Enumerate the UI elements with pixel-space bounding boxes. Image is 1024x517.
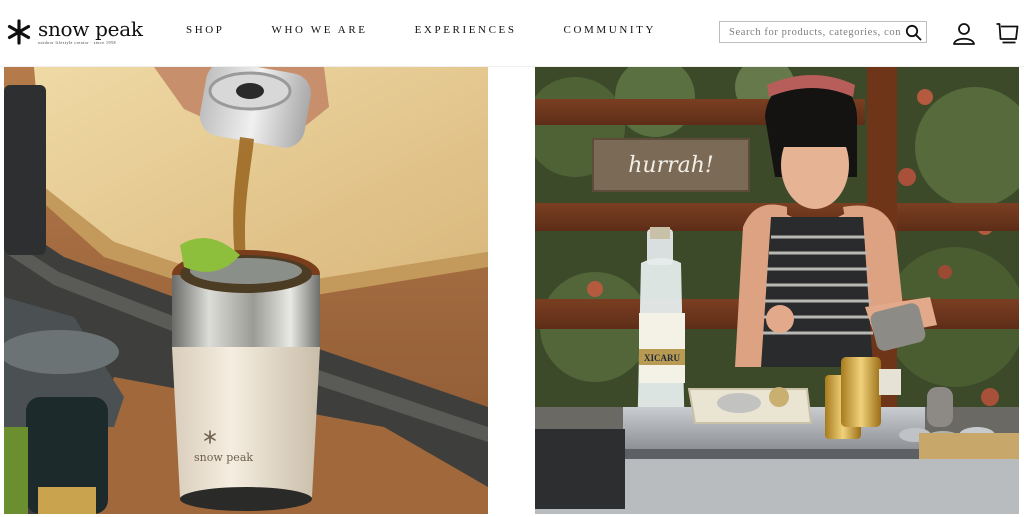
cart-icon[interactable] [995,21,1019,45]
search-box [719,21,927,43]
search-icon[interactable] [905,24,922,41]
lifestyle-photo-pouring-drink: snow peak [4,67,488,514]
site-header: snow peak outdoor lifestyle creator · si… [0,0,1024,67]
bartender-illustration: hurrah! XICARU [535,67,1019,514]
hurrah-sign-text: hurrah! [628,153,714,178]
nav-item-experiences[interactable]: EXPERIENCES [415,24,517,36]
nav-item-shop[interactable]: SHOP [186,24,225,36]
tumbler-brand-text: snow peak [194,451,253,464]
pouring-drink-illustration: snow peak [4,67,488,514]
user-icon[interactable] [952,21,976,45]
brand-name: snow peak [38,17,143,41]
nav-item-who-we-are[interactable]: WHO WE ARE [272,24,368,36]
brand-wordmark: snow peak outdoor lifestyle creator · si… [38,19,143,45]
lifestyle-photo-bartender: hurrah! XICARU [535,67,1019,514]
snowflake-icon [7,19,31,45]
search-input[interactable] [729,23,901,41]
main-nav: SHOP WHO WE ARE EXPERIENCES COMMUNITY [186,24,656,36]
bottle-label-text: XICARU [644,353,681,363]
brand-logo[interactable]: snow peak outdoor lifestyle creator · si… [6,17,143,47]
nav-item-community[interactable]: COMMUNITY [564,24,656,36]
